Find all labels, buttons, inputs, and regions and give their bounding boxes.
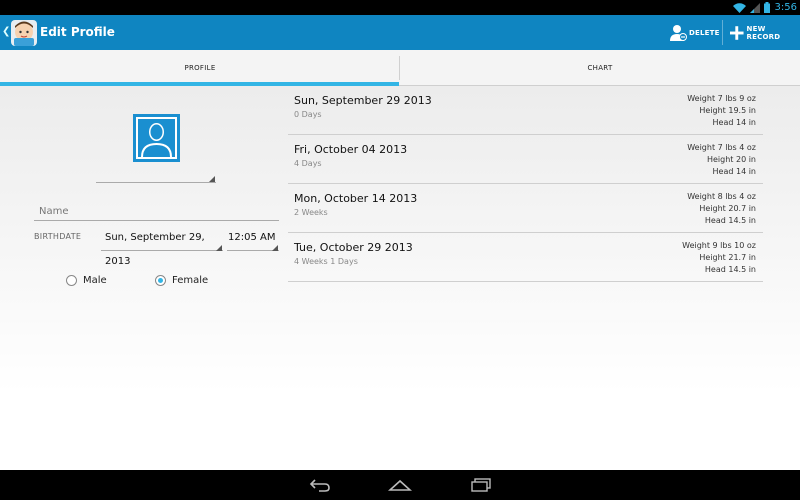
- list-item[interactable]: Fri, October 04 2013 4 Days Weight 7 lbs…: [288, 135, 763, 184]
- record-date: Sun, September 29 2013: [294, 94, 432, 107]
- gender-female-radio[interactable]: Female: [155, 273, 208, 287]
- time-spinner-arrow-icon: [272, 245, 278, 251]
- record-measurements: Weight 8 lbs 4 oz Height 20.7 in Head 14…: [687, 191, 756, 227]
- delete-button[interactable]: DELETE: [669, 23, 720, 43]
- tab-profile[interactable]: PROFILE: [0, 50, 400, 86]
- name-input[interactable]: [34, 201, 279, 222]
- profile-content: BIRTHDATE Sun, September 29, 2013 12:05 …: [0, 86, 800, 470]
- record-height: Height 20 in: [706, 155, 756, 164]
- record-age: 4 Days: [294, 159, 322, 168]
- signal-icon: [750, 2, 760, 13]
- battery-icon: [764, 2, 770, 13]
- status-bar: 3:56: [0, 0, 800, 15]
- plus-icon: [730, 26, 744, 40]
- record-date: Tue, October 29 2013: [294, 241, 413, 254]
- record-weight: Weight 7 lbs 4 oz: [687, 143, 756, 152]
- record-age: 4 Weeks 1 Days: [294, 257, 358, 266]
- record-age: 0 Days: [294, 110, 322, 119]
- birthdate-label: BIRTHDATE: [34, 232, 82, 241]
- record-date: Mon, October 14 2013: [294, 192, 418, 205]
- date-spinner-arrow-icon: [216, 245, 222, 251]
- record-head: Head 14.5 in: [704, 216, 756, 225]
- new-record-label: NEW RECORD: [746, 25, 781, 41]
- record-weight: Weight 9 lbs 10 oz: [682, 241, 756, 250]
- tab-bar: PROFILE CHART: [0, 50, 800, 86]
- list-item[interactable]: Sun, September 29 2013 0 Days Weight 7 l…: [288, 86, 763, 135]
- record-head: Head 14 in: [712, 118, 756, 127]
- radio-button-checked-icon: [155, 274, 166, 286]
- photo-spinner-line[interactable]: [96, 182, 216, 183]
- back-icon[interactable]: [308, 476, 332, 494]
- record-measurements: Weight 9 lbs 10 oz Height 21.7 in Head 1…: [682, 240, 756, 276]
- record-date: Fri, October 04 2013: [294, 143, 408, 156]
- wifi-icon: [733, 2, 746, 13]
- status-icons: [733, 2, 770, 13]
- record-measurements: Weight 7 lbs 9 oz Height 19.5 in Head 14…: [687, 93, 756, 129]
- record-height: Height 19.5 in: [699, 106, 756, 115]
- record-age: 2 Weeks: [294, 208, 328, 217]
- gender-male-label: Male: [83, 274, 107, 286]
- record-weight: Weight 7 lbs 9 oz: [687, 94, 756, 103]
- record-height: Height 21.7 in: [699, 253, 756, 262]
- home-icon[interactable]: [388, 476, 412, 494]
- list-item[interactable]: Mon, October 14 2013 2 Weeks Weight 8 lb…: [288, 184, 763, 233]
- gender-male-radio[interactable]: Male: [66, 273, 107, 287]
- delete-label: DELETE: [689, 29, 720, 37]
- page-title: Edit Profile: [40, 25, 115, 39]
- spinner-arrow-icon: [209, 176, 215, 182]
- radio-button-icon: [66, 274, 77, 286]
- profile-photo[interactable]: [133, 114, 180, 162]
- status-time: 3:56: [774, 2, 797, 13]
- record-measurements: Weight 7 lbs 4 oz Height 20 in Head 14 i…: [687, 142, 756, 178]
- record-head: Head 14 in: [712, 167, 756, 176]
- record-height: Height 20.7 in: [699, 204, 756, 213]
- navigation-bar: [0, 470, 800, 500]
- name-field-container: [34, 199, 279, 222]
- record-weight: Weight 8 lbs 4 oz: [687, 192, 756, 201]
- recent-apps-icon[interactable]: [469, 476, 493, 494]
- action-bar: ❮ Edit Profile DELETE NEW RECORD: [0, 15, 800, 50]
- baby-face-app-icon[interactable]: [10, 18, 38, 47]
- birthdate-date-spinner[interactable]: Sun, September 29, 2013: [101, 226, 223, 267]
- gender-female-label: Female: [172, 274, 209, 286]
- records-list: Sun, September 29 2013 0 Days Weight 7 l…: [288, 86, 763, 282]
- list-item[interactable]: Tue, October 29 2013 4 Weeks 1 Days Weig…: [288, 233, 763, 282]
- record-head: Head 14.5 in: [704, 265, 756, 274]
- new-record-button[interactable]: NEW RECORD: [730, 23, 800, 43]
- action-separator: [722, 20, 723, 45]
- tab-chart[interactable]: CHART: [400, 50, 800, 86]
- delete-user-icon: [670, 25, 687, 41]
